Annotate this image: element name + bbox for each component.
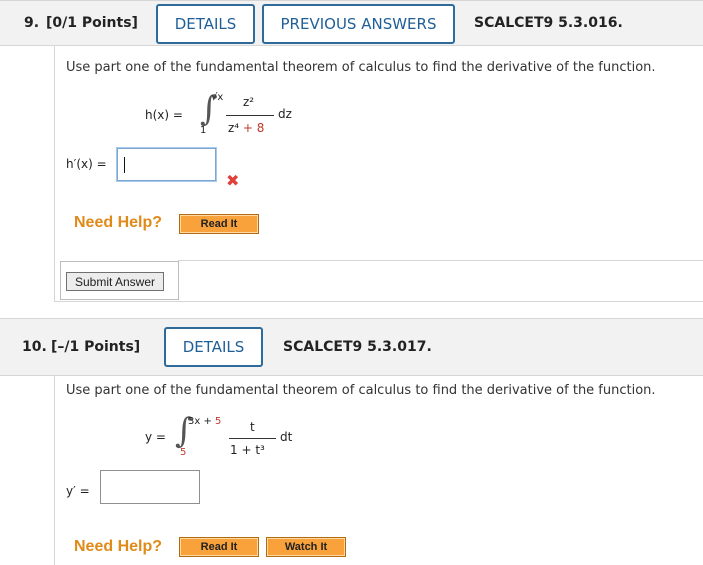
q10-upper-limit: 3x + 5 [188, 416, 221, 427]
q9-points: [0/1 Points] [46, 15, 138, 31]
q9-number: 9. [24, 15, 40, 31]
q10-denominator: 1 + t³ [230, 443, 265, 457]
q9-prompt: Use part one of the fundamental theorem … [66, 60, 656, 75]
q10-upper-term: 3x + [188, 416, 216, 427]
text-caret [124, 157, 125, 173]
q10-details-button[interactable]: DETAILS [164, 327, 263, 367]
q10-answer-label: y′ = [66, 484, 90, 498]
q9-answer-label: h′(x) = [66, 157, 107, 171]
q9-submit-area: Submit Answer [60, 261, 179, 300]
q10-lhs: y = [145, 430, 166, 444]
q9-denominator: z⁴ + 8 [228, 121, 264, 135]
q10-number: 10. [22, 339, 47, 355]
q9-divider [178, 260, 703, 261]
q10-problem-code: SCALCET9 5.3.017. [283, 339, 432, 355]
q9-lower-limit: 1 [200, 125, 207, 136]
q10-answer-input[interactable] [100, 470, 200, 504]
q9-read-it-button[interactable]: Read It [179, 214, 259, 234]
q9-numerator: z² [243, 95, 255, 109]
q10-points: [–/1 Points] [51, 339, 141, 355]
q10-header: 10. [–/1 Points] DETAILS SCALCET9 5.3.01… [0, 318, 703, 376]
q9-problem-code: SCALCET9 5.3.016. [474, 15, 623, 31]
q9-upper-limit: √x [211, 92, 224, 103]
q10-need-help-label: Need Help? [74, 538, 163, 555]
q9-answer-input[interactable] [117, 148, 216, 181]
q9-header: 9. [0/1 Points] DETAILS PREVIOUS ANSWERS… [0, 0, 703, 46]
q9-previous-answers-button[interactable]: PREVIOUS ANSWERS [262, 4, 455, 44]
q10-numerator: t [250, 420, 255, 434]
q9-denominator-term: z⁴ [228, 121, 240, 135]
q9-lhs: h(x) = [145, 108, 183, 122]
q9-differential: dz [278, 107, 292, 121]
q10-prompt: Use part one of the fundamental theorem … [66, 383, 656, 398]
q9-submit-answer-button[interactable]: Submit Answer [66, 272, 164, 291]
q10-lower-limit: 5 [180, 447, 187, 458]
q10-fraction-bar [229, 438, 276, 439]
q9-need-help-label: Need Help? [74, 214, 163, 231]
q9-denominator-constant: + 8 [239, 121, 265, 135]
q10-upper-constant: 5 [215, 416, 222, 427]
q9-details-button[interactable]: DETAILS [156, 4, 255, 44]
q10-read-it-button[interactable]: Read It [179, 537, 259, 557]
q9-fraction-bar [226, 115, 274, 116]
q10-watch-it-button[interactable]: Watch It [266, 537, 346, 557]
q10-differential: dt [280, 430, 293, 444]
incorrect-x-icon: ✖ [226, 171, 240, 190]
